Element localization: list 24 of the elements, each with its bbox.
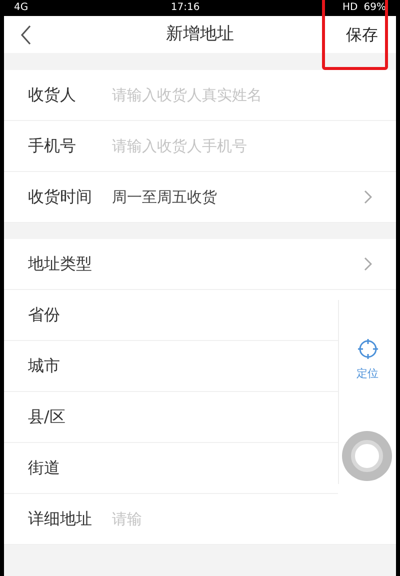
field-label: 详细地址 (28, 508, 93, 530)
field-value: 周一至周五收货 (112, 186, 218, 208)
input-field[interactable]: 请输入收货人真实姓名 (112, 84, 372, 106)
back-icon[interactable] (20, 24, 32, 44)
chevron-right-icon (364, 257, 372, 271)
chevron-right-icon (364, 190, 372, 204)
field-label: 地址类型 (28, 253, 93, 275)
field-label: 收货时间 (28, 186, 93, 208)
battery-text: 69% (364, 3, 386, 13)
floating-button[interactable] (342, 431, 392, 481)
clock-text: 17:16 (170, 3, 200, 13)
field-label: 收货人 (28, 84, 77, 106)
save-button[interactable]: 保存 (346, 22, 380, 46)
field-label: 手机号 (28, 135, 77, 157)
page-title: 新增地址 (166, 22, 234, 46)
input-field[interactable]: 请输入收货人手机号 (112, 134, 372, 158)
input-field[interactable]: 请输 (112, 508, 372, 530)
field-label: 县/区 (28, 406, 66, 428)
field-label: 街道 (28, 457, 61, 479)
hd-text: HD (342, 3, 358, 13)
locate-icon[interactable] (356, 338, 378, 360)
network-text: 4G (14, 3, 28, 13)
field-label: 城市 (28, 355, 61, 377)
field-label: 省份 (28, 304, 61, 326)
